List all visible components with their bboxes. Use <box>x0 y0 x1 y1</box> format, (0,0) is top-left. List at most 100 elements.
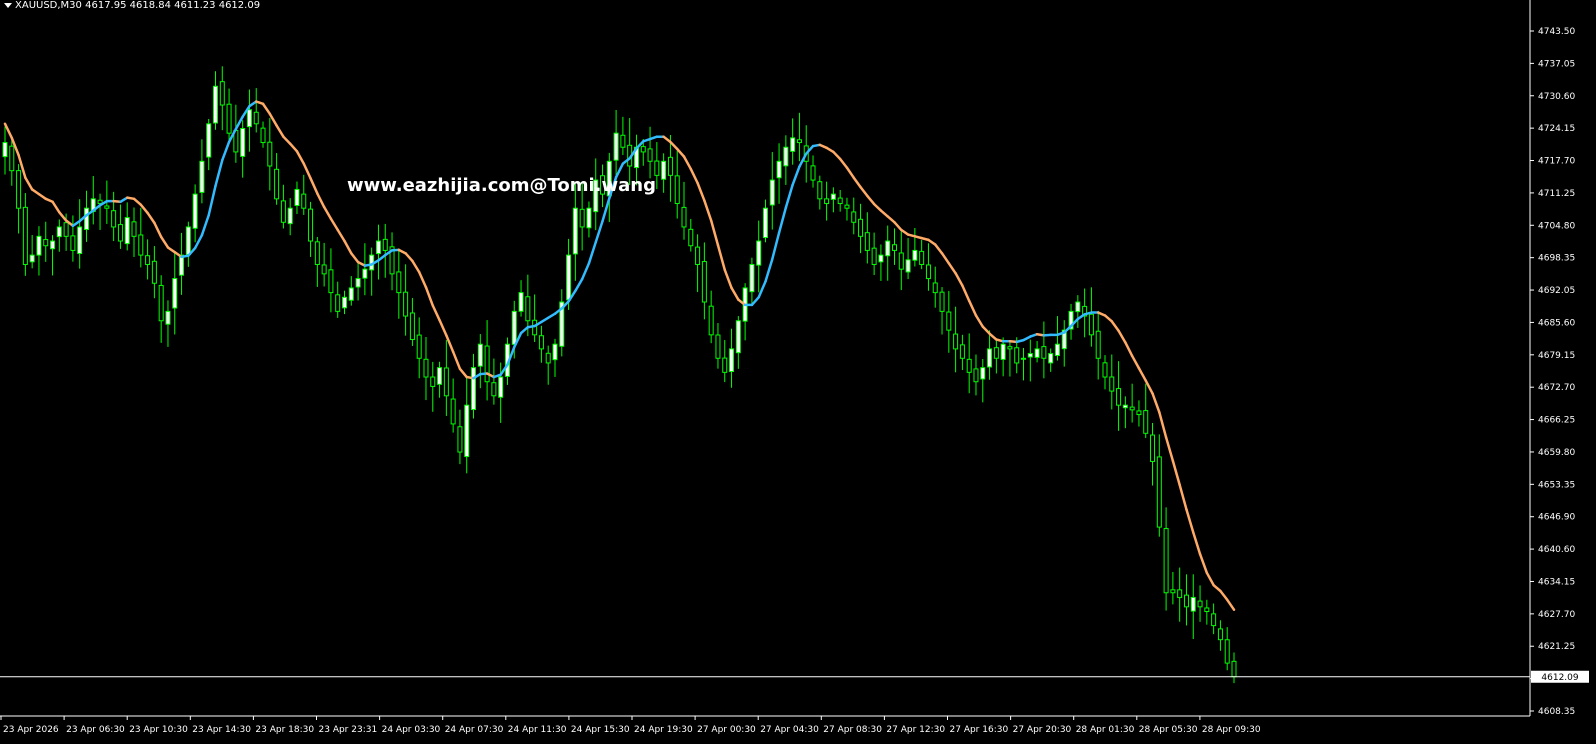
candle-body <box>715 334 721 359</box>
y-tick-label: 4698.35 <box>1538 254 1575 264</box>
ma-segment <box>594 219 604 244</box>
ma-segment <box>1144 379 1154 395</box>
ma-segment <box>1185 508 1195 534</box>
candle-body <box>837 197 843 205</box>
candle-body <box>654 160 660 176</box>
ma-segment <box>1103 314 1114 323</box>
candle-body <box>667 156 673 176</box>
candle-body <box>294 188 300 206</box>
candle-body <box>362 268 368 279</box>
ma-segment <box>574 277 584 293</box>
candle-body <box>1027 353 1033 358</box>
candle-body <box>1054 343 1060 357</box>
candle-body <box>56 226 62 238</box>
candle-body <box>538 335 544 350</box>
ma-segment <box>1219 589 1229 602</box>
candle-body <box>525 296 531 322</box>
candle-body <box>206 123 212 158</box>
candle-body <box>280 200 286 223</box>
candle-body <box>246 109 252 128</box>
watermark-text: www.eazhijia.com@Tomi.wang <box>347 175 656 196</box>
ma-segment <box>933 243 944 255</box>
ma-segment <box>350 252 360 264</box>
candle-body <box>117 224 123 242</box>
candle-body <box>885 240 891 257</box>
x-tick-label: 24 Apr 15:30 <box>571 725 630 735</box>
candle-body <box>1000 343 1006 360</box>
ma-segment <box>288 142 299 153</box>
y-tick-label: 4724.15 <box>1538 124 1575 134</box>
candle-body <box>314 241 320 265</box>
y-tick-label: 4659.80 <box>1538 448 1575 458</box>
candle-body <box>620 134 626 148</box>
candle-body <box>735 320 741 354</box>
candle-body <box>946 311 952 331</box>
x-tick-label: 28 Apr 09:30 <box>1202 725 1261 735</box>
candle-body <box>749 263 755 293</box>
candle-body <box>1041 346 1047 359</box>
candle-body <box>16 170 22 209</box>
ma-segment <box>458 367 468 379</box>
price-chart[interactable]: 4743.50 4737.05 4730.60 4724.15 4717.70 4711.… <box>0 0 1596 744</box>
candle-body <box>138 234 144 256</box>
candle-body <box>443 367 449 397</box>
price-axis[interactable]: 4743.50 4737.05 4730.60 4724.15 4717.70 4711.… <box>1529 0 1575 717</box>
candle-body <box>70 235 76 251</box>
candle-body <box>966 358 972 373</box>
candle-body <box>158 284 164 322</box>
ma-segment <box>709 219 720 247</box>
time-axis[interactable]: 23 Apr 2026 23 Apr 06:30 23 Apr 10:30 23 Ap… <box>0 715 1530 735</box>
candle-body <box>762 207 768 239</box>
candle-body <box>566 254 572 301</box>
y-tick-label: 4672.70 <box>1538 383 1575 393</box>
candle-body <box>1170 589 1176 594</box>
candle-body <box>586 207 592 229</box>
candle-body <box>287 207 293 225</box>
ma-segment <box>682 155 693 171</box>
candle-body <box>274 168 280 200</box>
ma-segment <box>954 272 964 287</box>
ma-segment <box>757 280 767 299</box>
candle-body <box>851 211 857 223</box>
ma-segment <box>1192 531 1202 556</box>
ma-segment <box>431 304 441 322</box>
candle-body <box>430 376 436 387</box>
x-tick-label: 27 Apr 08:30 <box>823 725 882 735</box>
candle-body <box>824 198 830 205</box>
candle-body <box>688 228 694 247</box>
ma-segment <box>845 166 856 179</box>
candle-body <box>145 255 151 265</box>
candle-body <box>722 357 728 373</box>
candle-body <box>396 271 402 294</box>
candle-body <box>403 291 409 317</box>
ma-segment <box>879 209 889 218</box>
candle-body <box>348 287 354 301</box>
candle-body <box>457 426 463 453</box>
candle-body <box>199 160 205 193</box>
candle-body <box>301 193 307 209</box>
y-tick-label: 4640.60 <box>1538 545 1575 555</box>
candle-body <box>817 181 823 200</box>
candle-body <box>661 160 667 180</box>
candle-body <box>1136 410 1142 416</box>
ma-segment <box>988 332 998 341</box>
ma-segment <box>1205 571 1215 587</box>
candle-body <box>1007 346 1013 350</box>
ma-segment <box>696 181 706 202</box>
ma-segment <box>268 112 278 127</box>
candle-body <box>172 278 178 309</box>
candle-body <box>756 240 762 266</box>
chevron-down-icon[interactable] <box>4 2 12 8</box>
candle-body <box>50 240 56 250</box>
candle-body <box>29 254 35 263</box>
candle-body <box>871 247 877 265</box>
candle-body <box>165 310 171 325</box>
candle-body <box>518 292 524 312</box>
ma-segment <box>519 325 530 335</box>
candle-body <box>416 334 422 359</box>
ma-segment <box>784 183 794 209</box>
y-tick-label: 4743.50 <box>1538 27 1575 37</box>
candle-body <box>464 404 470 458</box>
candle-body <box>308 208 314 242</box>
y-tick-label: 4608.35 <box>1538 707 1575 717</box>
